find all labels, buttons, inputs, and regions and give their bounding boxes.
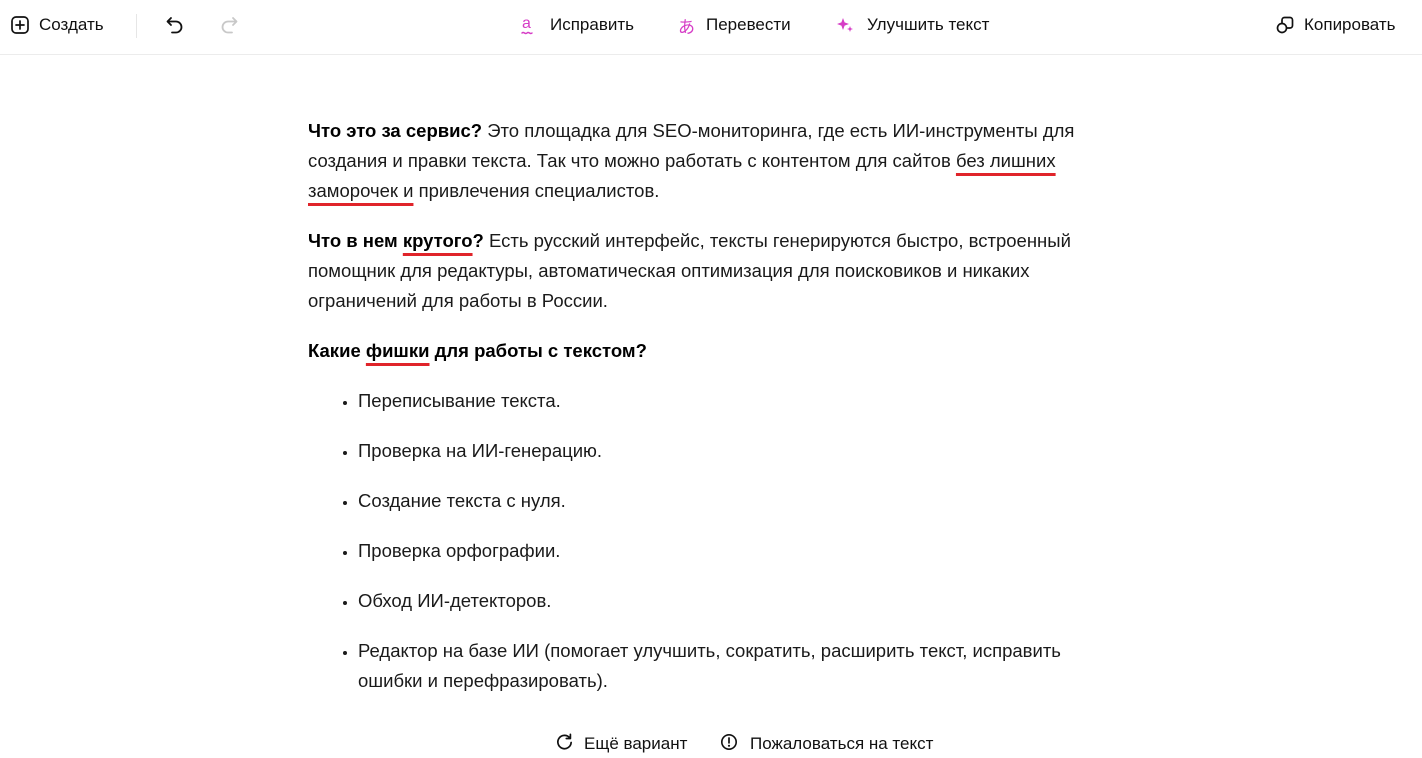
- svg-text:a: a: [522, 15, 531, 32]
- undo-icon: [164, 14, 186, 36]
- undo-button[interactable]: [164, 0, 186, 50]
- list-item: Создание текста с нуля.: [358, 486, 1128, 516]
- paragraph-features-cool: Что в нем крутого? Есть русский интерфей…: [308, 226, 1128, 316]
- bold-text: ?: [472, 230, 484, 251]
- bold-text: Какие: [308, 340, 366, 361]
- warning-circle-icon: [720, 733, 738, 756]
- footer-actions: Ещё вариант Пожаловаться на текст: [0, 730, 1422, 758]
- translate-icon: あ: [678, 17, 695, 38]
- refresh-icon: [555, 732, 574, 756]
- bold-text: для работы с текстом?: [429, 340, 647, 361]
- sparkle-icon: [835, 15, 855, 35]
- heading-features: Какие фишки для работы с текстом?: [308, 336, 1128, 366]
- copy-icon: [1275, 15, 1295, 35]
- copy-label: Копировать: [1304, 15, 1396, 34]
- list-item: Переписывание текста.: [358, 386, 1128, 416]
- plus-square-icon: [10, 15, 30, 35]
- list-item: Проверка орфографии.: [358, 536, 1128, 566]
- another-variant-button[interactable]: Ещё вариант: [555, 730, 687, 758]
- flagged-word[interactable]: фишки: [366, 340, 430, 361]
- another-variant-label: Ещё вариант: [584, 734, 688, 753]
- fix-label: Исправить: [550, 15, 635, 34]
- spellcheck-icon: a: [520, 14, 538, 36]
- list-item: Обход ИИ-детекторов.: [358, 586, 1128, 616]
- fix-button[interactable]: a Исправить: [520, 0, 634, 50]
- flagged-word[interactable]: крутого: [403, 230, 473, 251]
- features-list: Переписывание текста. Проверка на ИИ-ген…: [308, 386, 1128, 696]
- translate-button[interactable]: あ Перевести: [678, 0, 791, 50]
- translate-label: Перевести: [706, 15, 791, 34]
- create-button[interactable]: Создать: [10, 0, 104, 50]
- redo-button[interactable]: [218, 0, 240, 50]
- list-item: Редактор на базе ИИ (помогает улучшить, …: [358, 636, 1128, 696]
- redo-icon: [218, 14, 240, 36]
- report-text-button[interactable]: Пожаловаться на текст: [720, 730, 933, 758]
- toolbar: Создать a Исправить あ Перевести Улучшить…: [0, 0, 1422, 55]
- list-item: Проверка на ИИ-генерацию.: [358, 436, 1128, 466]
- question-what-features: Какие фишки для работы с текстом?: [308, 340, 647, 361]
- improve-label: Улучшить текст: [867, 15, 990, 34]
- copy-button[interactable]: Копировать: [1275, 0, 1396, 50]
- improve-text-button[interactable]: Улучшить текст: [835, 0, 989, 50]
- bold-text: Что в нем: [308, 230, 403, 251]
- paragraph-text: привлечения специалистов.: [413, 180, 660, 201]
- question-what-is-cool: Что в нем крутого?: [308, 230, 484, 251]
- generated-text[interactable]: Что это за сервис? Это площадка для SEO-…: [308, 116, 1128, 696]
- toolbar-divider: [136, 14, 137, 38]
- create-label: Создать: [39, 15, 104, 34]
- paragraph-about-service: Что это за сервис? Это площадка для SEO-…: [308, 116, 1128, 206]
- question-what-is-service: Что это за сервис?: [308, 120, 483, 141]
- report-text-label: Пожаловаться на текст: [750, 734, 934, 753]
